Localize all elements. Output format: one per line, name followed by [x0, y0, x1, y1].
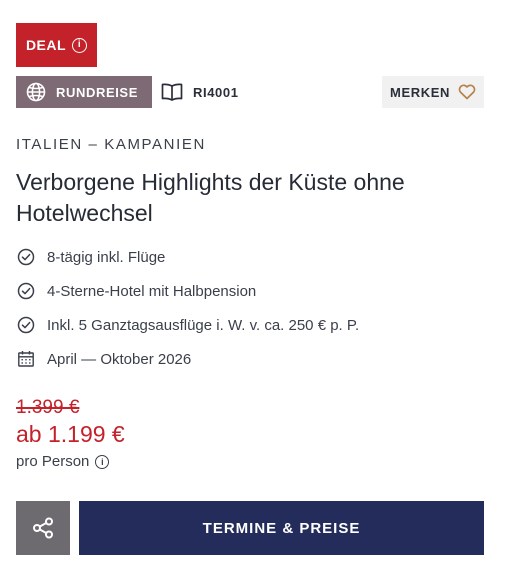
feature-text: April — Oktober 2026 [47, 350, 192, 368]
feature-item: 8-tägig inkl. Flüge [16, 240, 359, 274]
info-icon[interactable]: i [95, 454, 110, 469]
globe-icon [26, 82, 46, 102]
trip-code: RI4001 [161, 76, 239, 108]
price-note: pro Person i [16, 453, 110, 470]
heart-icon [458, 84, 476, 100]
trip-title[interactable]: Verborgene Highlights der Küste ohne Hot… [16, 167, 486, 229]
bookmark-label: MERKEN [390, 84, 450, 100]
dates-prices-button[interactable]: TERMINE & PREISE [79, 501, 484, 555]
feature-text: Inkl. 5 Ganztagsausflüge i. W. v. ca. 25… [47, 316, 360, 334]
bookmark-button[interactable]: MERKEN [382, 76, 484, 108]
per-person-label: pro Person [16, 453, 90, 470]
deal-badge[interactable]: DEAL i [16, 23, 97, 67]
feature-item: April — Oktober 2026 [16, 342, 359, 376]
feature-text: 4-Sterne-Hotel mit Halbpension [47, 282, 257, 300]
region-label: ITALIEN – KAMPANIEN [16, 136, 206, 153]
deal-label: DEAL [25, 37, 67, 53]
feature-text: 8-tägig inkl. Flüge [47, 248, 166, 266]
feature-item: 4-Sterne-Hotel mit Halbpension [16, 274, 359, 308]
share-button[interactable] [16, 501, 70, 555]
info-icon: i [72, 37, 88, 53]
trip-code-label: RI4001 [193, 84, 239, 100]
old-price: 1.399 € [16, 397, 80, 418]
calendar-icon [16, 349, 36, 369]
current-price: ab 1.199 € [16, 421, 125, 447]
book-icon [161, 83, 183, 101]
feature-item: Inkl. 5 Ganztagsausflüge i. W. v. ca. 25… [16, 308, 359, 342]
trip-type-tag: RUNDREISE [16, 76, 152, 108]
feature-list: 8-tägig inkl. Flüge 4-Sterne-Hotel mit H… [16, 240, 359, 376]
tag-row: RUNDREISE RI4001 MERKEN [16, 76, 484, 108]
trip-type-label: RUNDREISE [56, 84, 138, 100]
share-icon [31, 516, 55, 540]
check-circle-icon [16, 281, 36, 301]
check-circle-icon [16, 315, 36, 335]
check-circle-icon [16, 247, 36, 267]
